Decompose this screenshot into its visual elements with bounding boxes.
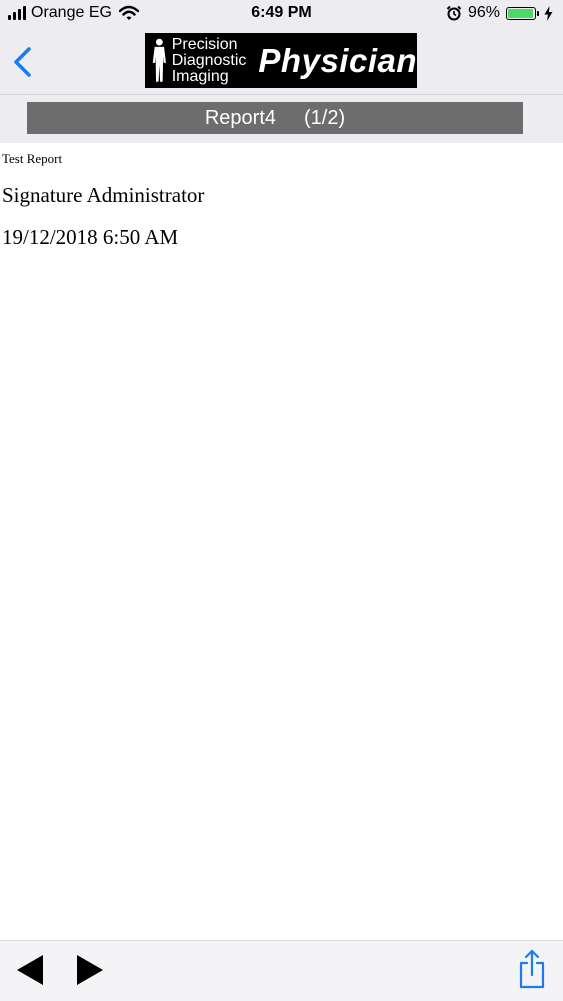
logo-line-2: Diagnostic (171, 51, 247, 69)
next-page-button[interactable] (75, 953, 105, 987)
report-page-indicator: (1/2) (304, 106, 346, 129)
share-button[interactable] (517, 949, 547, 989)
back-button[interactable] (10, 46, 36, 78)
logo-line-3: Imaging (171, 67, 229, 85)
logo-text-physician: Physician (258, 41, 417, 79)
carrier-name: Orange EG (31, 4, 112, 21)
report-header-strip: Report4 (1/2) (0, 95, 563, 143)
app-logo: Precision Diagnostic Imaging Physician (145, 33, 417, 88)
bottom-toolbar (0, 940, 563, 1001)
charging-icon (544, 5, 553, 21)
navigation-bar: Precision Diagnostic Imaging Physician (0, 28, 563, 95)
chevron-left-icon (14, 47, 31, 77)
battery-percent: 96% (467, 4, 500, 21)
battery-icon (506, 6, 539, 20)
next-icon (77, 955, 103, 985)
battery-fill (508, 8, 533, 18)
signal-icon (8, 6, 26, 20)
previous-icon (17, 955, 43, 985)
report-title-bar: Report4 (1/2) (27, 102, 523, 134)
alarm-icon (446, 5, 462, 21)
report-signature: Signature Administrator (2, 183, 205, 207)
previous-page-button[interactable] (15, 953, 45, 987)
report-title: Test Report (2, 151, 63, 166)
human-figure-icon (152, 38, 166, 82)
status-bar: Orange EG 6:49 PM 96% (0, 0, 563, 28)
report-date: 19/12/2018 6:50 AM (2, 225, 179, 249)
wifi-icon (118, 5, 139, 20)
status-left: Orange EG (8, 4, 139, 22)
logo-text-small: Precision Diagnostic Imaging (171, 35, 247, 85)
share-icon (519, 949, 545, 989)
report-name: Report4 (204, 106, 277, 129)
status-right: 96% (446, 4, 553, 22)
logo-line-1: Precision (171, 35, 238, 53)
